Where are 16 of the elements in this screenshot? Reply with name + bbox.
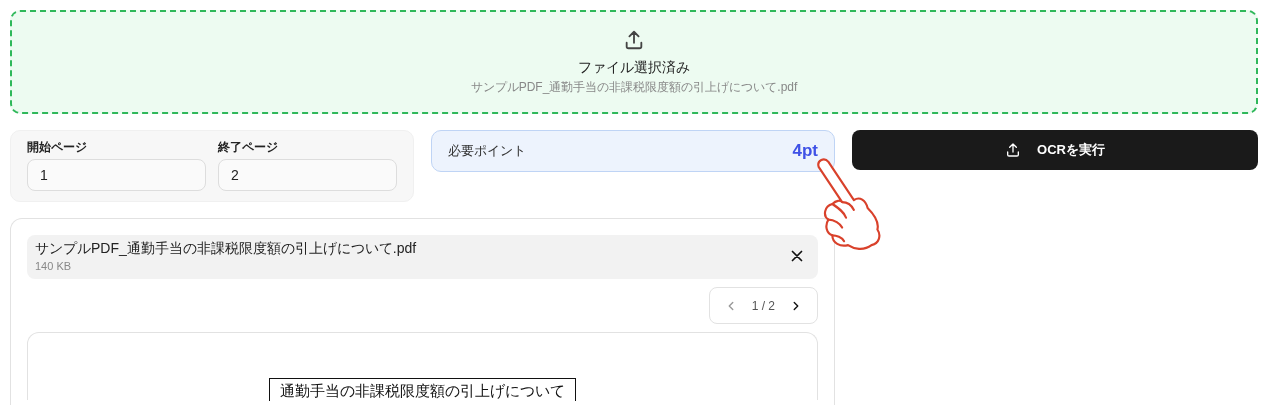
page-indicator: 1 / 2 bbox=[751, 298, 775, 313]
dropzone-title: ファイル選択済み bbox=[578, 58, 690, 77]
page-input[interactable]: 1 bbox=[27, 159, 206, 191]
document-title: 通勤手当の非課税限度額の引上げについて bbox=[269, 378, 576, 401]
field-label: 開始ページ bbox=[27, 139, 88, 156]
page-input[interactable]: 2 bbox=[218, 159, 397, 191]
field-label: 終了ページ bbox=[218, 139, 279, 156]
run-ocr-button[interactable]: OCRを実行 bbox=[852, 130, 1258, 170]
upload-icon bbox=[623, 28, 645, 51]
file-dropzone[interactable]: ファイル選択済み サンプルPDF_通勤手当の非課税限度額の引上げについて.pdf bbox=[10, 10, 1258, 114]
points-value: 4pt bbox=[792, 141, 818, 161]
file-size: 140 KB bbox=[35, 260, 73, 272]
file-name: サンプルPDF_通勤手当の非課税限度額の引上げについて.pdf bbox=[35, 240, 417, 258]
points-label: 必要ポイント bbox=[448, 142, 526, 160]
selected-filename: サンプルPDF_通勤手当の非課税限度額の引上げについて.pdf bbox=[470, 78, 798, 96]
upload-icon bbox=[1005, 142, 1022, 158]
